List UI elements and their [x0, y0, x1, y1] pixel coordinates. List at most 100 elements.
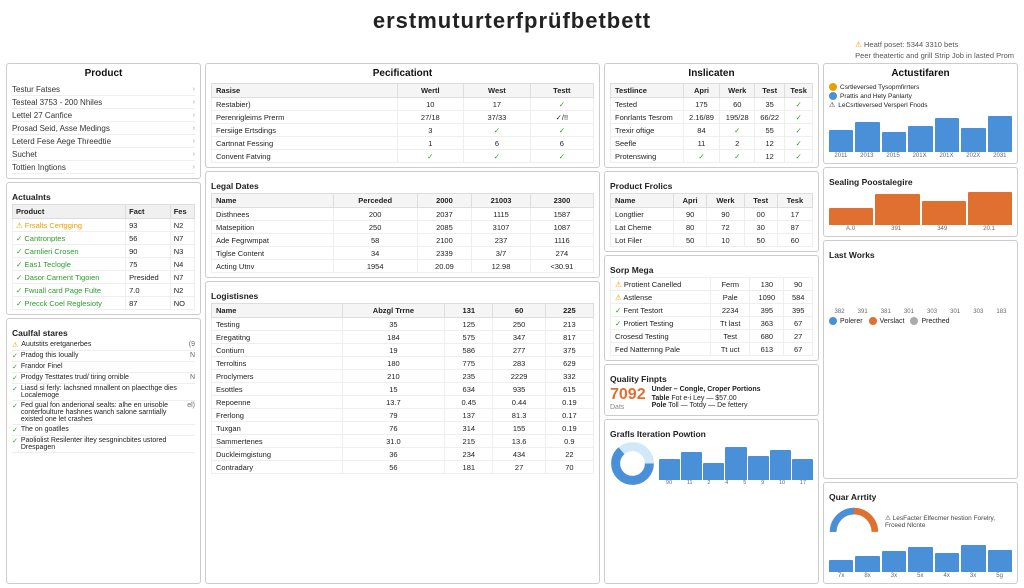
sealing-chart [829, 190, 1012, 225]
legal-row: Tiglse Content3423393/7274 [212, 247, 594, 260]
works-labels: 382 391 381 301 303 301 303 183 [829, 309, 1012, 315]
actustifaren-panel: Actustifaren Csrtleversed Tysopmfirrters… [823, 63, 1018, 164]
legal-title: Legal Dates [211, 181, 594, 191]
caulfal-item: ✓Frandor Finel [12, 362, 195, 373]
top-notice-bar: ⚠ Heatf poset: 5344 3310 bets Peer theat… [0, 38, 1024, 63]
actuals-panel: Actualnts Product Fact Fes ⚠ Frsalts Cer… [6, 182, 201, 315]
logistics-row: Esottles15634935615 [212, 383, 594, 396]
quality-label: Under – Congle, Croper Portions [652, 386, 761, 393]
legal-row: Acting Utnv195420.0912.98<30.91 [212, 260, 594, 273]
top-notice: ⚠ Heatf poset: 5344 3310 bets Peer theat… [855, 40, 1014, 61]
actustifaren-chart [829, 112, 1012, 152]
quality-sub: Dats [610, 404, 646, 411]
quart-notice: ⚠ LesFacter Elfecmer hestion Forelry, Fr… [885, 514, 1012, 529]
actuals-row: ✓ Eas1 Teclogle75N4 [13, 258, 195, 271]
specs-panel: Pecificationt Rasise Wertl West Testt Re… [205, 63, 600, 168]
sealing-panel: Sealing Poostalegire A.0 391 349 20.1 [823, 167, 1018, 237]
actuals-row: ✓ Cantronptes56N7 [13, 232, 195, 245]
quality-title: Quality Finpts [610, 374, 813, 384]
legend-dot-1 [829, 83, 837, 91]
actuals-row: ✓ Dasor Carnent TigoienPresidedN7 [13, 271, 195, 284]
last-works-title: Last Works [829, 250, 1012, 260]
spec-row: Convent Fatving✓✓✓ [212, 150, 594, 163]
works-legend: Polerer Verslact Precthed [829, 317, 1012, 326]
grafls-title: Grafls Iteration Powtion [610, 429, 813, 439]
logistics-row: Contiurn19586277375 [212, 344, 594, 357]
sorp-mega-table: ⚠ Protient CanelledFerm13090⚠ AstlensePa… [610, 277, 813, 356]
logistics-title: Logistisnes [211, 291, 594, 301]
caulfal-item: ⚠Auutstits eretganerbes(9 [12, 340, 195, 351]
logistics-row: Sammertenes31.021513.60.9 [212, 435, 594, 448]
spec-row: Perenrigleims Prerm27/1837/33✓/!! [212, 111, 594, 124]
indications-table: Testlince Apri Werk Test Tesk Tested1756… [610, 83, 813, 163]
spec-row: Restabier)1017✓ [212, 98, 594, 111]
quart-panel: Quar Arrtity ⚠ LesFacter Elfecmer hestio… [823, 482, 1018, 584]
indications-title: Inslicaten [610, 68, 813, 79]
quart-title: Quar Arrtity [829, 492, 1012, 502]
indication-row: Fonrlants Tesrom2.16/89195/2866/22✓ [611, 111, 813, 124]
product-list: Testur Fatses› Testeal 3753 - 200 Nhiles… [12, 83, 195, 174]
mid-column: Pecificationt Rasise Wertl West Testt Re… [205, 63, 600, 584]
indication-row: Protenswing✓✓12✓ [611, 150, 813, 163]
actuals-table: Product Fact Fes ⚠ Frsalts Certgging93N2… [12, 204, 195, 310]
logistics-row: Contradary561812770 [212, 461, 594, 474]
logistics-panel: Logistisnes Name Abzgl Trrne 131 60 225 … [205, 281, 600, 584]
content-grid: Product Testur Fatses› Testeal 3753 - 20… [0, 63, 1024, 588]
actustifaren-legend: Csrtleversed Tysopmfirrters Prattis and … [829, 83, 1012, 109]
right-column: Actustifaren Csrtleversed Tysopmfirrters… [823, 63, 1018, 584]
list-item[interactable]: Testur Fatses› [12, 83, 195, 96]
sealing-labels: A.0 391 349 20.1 [829, 226, 1012, 232]
caulfal-item: ✓Paoliolist Resilenter iltey sesgnincbit… [12, 436, 195, 453]
frolics-row: Longtlier90900017 [611, 208, 813, 221]
indication-row: Tested1756035✓ [611, 98, 813, 111]
actuals-title: Actualnts [12, 192, 195, 202]
caulfal-panel: Caulfal stares ⚠Auutstits eretganerbes(9… [6, 318, 201, 584]
last-works-panel: Last Works [823, 240, 1018, 479]
spec-row: Fersiige Ertsdings3✓✓ [212, 124, 594, 137]
specs-table: Rasise Wertl West Testt Restabier)1017✓P… [211, 83, 594, 163]
logistics-table: Name Abzgl Trrne 131 60 225 Testing35125… [211, 303, 594, 474]
logistics-row: Terroltins180775283629 [212, 357, 594, 370]
indications-column: Inslicaten Testlince Apri Werk Test Tesk… [604, 63, 819, 584]
list-item[interactable]: Testeal 3753 - 200 Nhiles› [12, 96, 195, 109]
indications-panel: Inslicaten Testlince Apri Werk Test Tesk… [604, 63, 819, 168]
actustifaren-chart-labels: 2011 2013 2015 201X 201X 202X 2031 [829, 153, 1012, 159]
list-item[interactable]: Prosad Seid, Asse Medings› [12, 122, 195, 135]
legal-panel: Legal Dates Name Perceded 2000 21003 230… [205, 171, 600, 278]
sorp-row: ✓ Protiert TestingTt last36367 [611, 317, 813, 330]
logistics-row: Tuxgan763141550.19 [212, 422, 594, 435]
caulfal-item: ✓Pradog this IouallyN [12, 351, 195, 362]
actuals-row: ⚠ Frsalts Certgging93N2 [13, 219, 195, 232]
frolics-row: Lot Filer50105060 [611, 234, 813, 247]
product-frolics-panel: Product Frolics Name Apri Werk Test Tesk… [604, 171, 819, 252]
sorp-row: ⚠ AstlensePale1090584 [611, 291, 813, 304]
logistics-row: Eregatitng184575347817 [212, 331, 594, 344]
quart-bar-chart [829, 542, 1012, 572]
product-column: Product Testur Fatses› Testeal 3753 - 20… [6, 63, 201, 584]
warn-icon-legend: ⚠ [829, 101, 835, 109]
grafls-bar-chart: 901124591017 [659, 445, 813, 486]
spec-row: Cartnnat Fessing166 [212, 137, 594, 150]
page-title: erstmuturterfprüfbetbett [0, 0, 1024, 38]
indication-row: Trexir oftige84✓55✓ [611, 124, 813, 137]
list-item[interactable]: Suchet› [12, 148, 195, 161]
sorp-row: Fed Natternng PaleTt uct61367 [611, 343, 813, 356]
product-frolics-table: Name Apri Werk Test Tesk Longtlier909000… [610, 193, 813, 247]
sorp-row: ⚠ Protient CanelledFerm13090 [611, 278, 813, 291]
caulfal-item: ✓Fed gual fon anderional sealts: alhe en… [12, 401, 195, 425]
list-item[interactable]: Tottien Ingtions› [12, 161, 195, 174]
frolics-row: Lat Cheme80723087 [611, 221, 813, 234]
list-item[interactable]: Lettel 27 Canfice› [12, 109, 195, 122]
actuals-row: ✓ Precck Coel Reglesioty87NO [13, 297, 195, 310]
product-title: Product [12, 68, 195, 79]
specs-title: Pecificationt [211, 68, 594, 79]
product-frolics-title: Product Frolics [610, 181, 813, 191]
legal-table: Name Perceded 2000 21003 2300 Disthnees2… [211, 193, 594, 273]
list-item[interactable]: Leterd Fese Aege Threedtie› [12, 135, 195, 148]
quart-donut [829, 504, 879, 539]
works-chart [829, 263, 1012, 308]
sealing-title: Sealing Poostalegire [829, 177, 1012, 187]
sorp-mega-title: Sorp Mega [610, 265, 813, 275]
quality-panel: Quality Finpts 7092 Dats Under – Congle,… [604, 364, 819, 416]
donut-chart [610, 441, 655, 486]
